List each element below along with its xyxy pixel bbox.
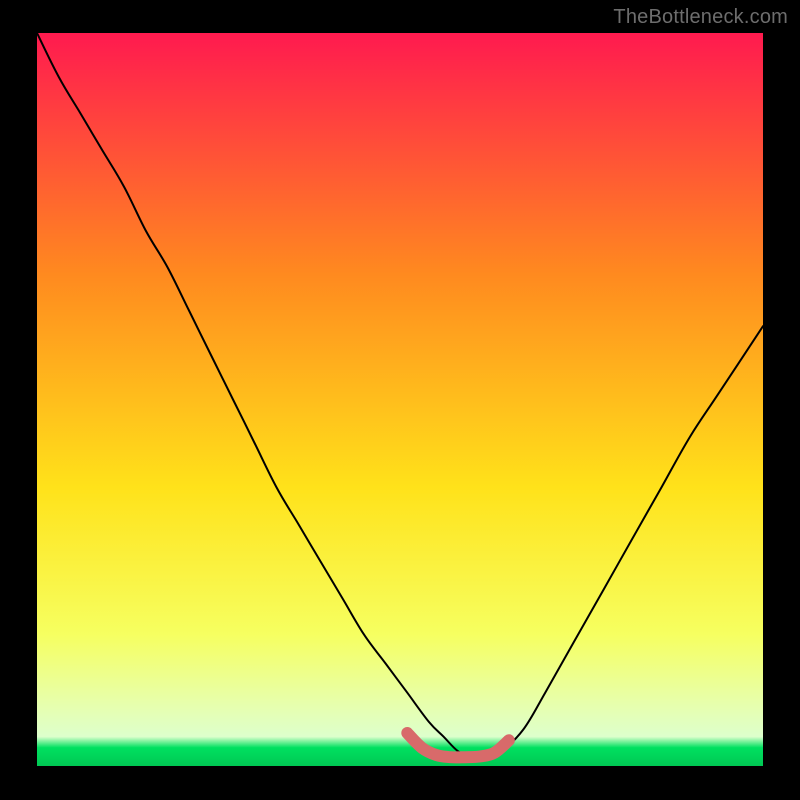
- plot-area: [37, 33, 763, 766]
- chart-svg: [37, 33, 763, 766]
- watermark-text: TheBottleneck.com: [613, 6, 788, 29]
- chart-frame: TheBottleneck.com: [0, 0, 800, 800]
- gradient-background: [37, 33, 763, 766]
